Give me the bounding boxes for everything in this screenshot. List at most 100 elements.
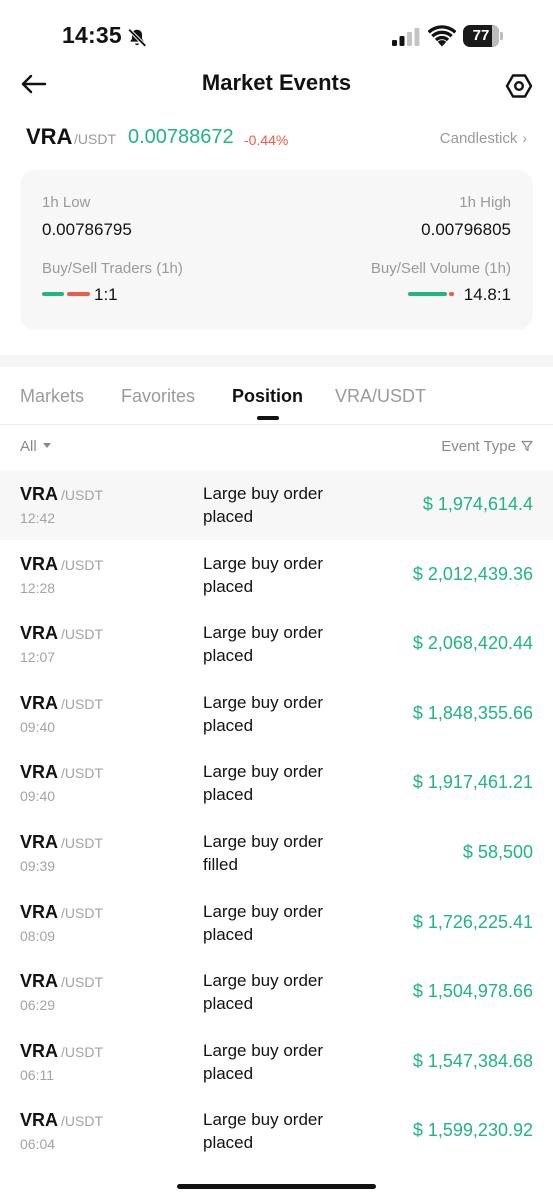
event-amount: $ 1,599,230.92 <box>412 1120 533 1141</box>
traders-label: Buy/Sell Traders (1h) <box>42 260 183 277</box>
funnel-icon <box>521 440 533 452</box>
event-time: 12:07 <box>20 649 56 666</box>
event-row[interactable]: VRA /USDT 09:40 Large buy order placed $ … <box>0 679 553 749</box>
event-time: 06:04 <box>20 1136 56 1153</box>
event-row[interactable]: VRA /USDT 12:07 Large buy order placed $ … <box>0 609 553 679</box>
settings-icon[interactable] <box>505 72 533 100</box>
event-description: Large buy order placed <box>203 553 324 596</box>
event-amount: $ 1,547,384.68 <box>412 1050 533 1071</box>
tab-markets[interactable]: Markets <box>20 386 84 407</box>
event-base: VRA <box>20 553 59 574</box>
event-description: Large buy order placed <box>203 484 324 526</box>
candlestick-label: Candlestick <box>439 130 518 147</box>
active-tab-indicator <box>257 416 279 420</box>
event-quote: /USDT <box>61 974 103 991</box>
wifi-icon <box>428 25 456 47</box>
event-row[interactable]: VRA /USDT 09:40 Large buy order placed $ … <box>0 748 553 818</box>
status-bar: 14:35 77 <box>0 0 553 70</box>
event-base: VRA <box>20 971 59 992</box>
event-quote: /USDT <box>61 487 103 503</box>
event-base: VRA <box>20 623 59 644</box>
high-label: 1h High <box>459 194 511 211</box>
all-filter-dropdown[interactable]: All <box>20 438 51 455</box>
volume-ratio-bar <box>408 292 454 296</box>
event-base: VRA <box>20 1110 59 1131</box>
event-time: 06:29 <box>20 997 56 1014</box>
filter-row: All Event Type <box>20 438 533 460</box>
tab-bar: Markets Favorites Position VRA/USDT <box>20 382 533 422</box>
event-amount: $ 1,726,225.41 <box>412 911 533 932</box>
event-description: Large buy order placed <box>203 623 324 666</box>
event-quote: /USDT <box>61 556 103 573</box>
battery-indicator: 77 <box>463 25 503 47</box>
event-description: Large buy order placed <box>203 901 324 944</box>
event-description: Large buy order placed <box>203 692 324 735</box>
battery-body: 77 <box>463 25 499 47</box>
pair-change: -0.44% <box>244 132 289 148</box>
tab-vra-usdt[interactable]: VRA/USDT <box>335 386 426 407</box>
event-row[interactable]: VRA /USDT 06:11 Large buy order placed $ … <box>0 1027 553 1097</box>
event-base: VRA <box>20 831 59 852</box>
event-base: VRA <box>20 484 59 504</box>
page-title: Market Events <box>201 70 352 95</box>
event-quote: /USDT <box>61 1043 103 1060</box>
event-row[interactable]: VRA /USDT 06:29 Large buy order placed $ … <box>0 957 553 1027</box>
tab-favorites[interactable]: Favorites <box>121 386 195 407</box>
event-row[interactable]: VRA /USDT 12:42 Large buy order placed $ … <box>0 470 553 540</box>
tab-position[interactable]: Position <box>232 386 303 407</box>
status-time: 14:35 <box>62 22 122 48</box>
event-time: 09:39 <box>20 857 56 874</box>
event-amount: $ 1,504,978.66 <box>412 981 533 1002</box>
all-filter-label: All <box>20 438 37 455</box>
bell-muted-icon <box>127 28 147 48</box>
event-row[interactable]: VRA /USDT 09:39 Large buy order filled $ … <box>0 818 553 888</box>
event-quote: /USDT <box>61 904 103 921</box>
event-amount: $ 1,848,355.66 <box>412 702 533 723</box>
event-quote: /USDT <box>61 695 103 712</box>
volume-value: 14.8:1 <box>463 285 511 304</box>
event-amount: $ 2,012,439.36 <box>412 563 533 584</box>
event-amount: $ 58,500 <box>462 841 533 862</box>
section-divider <box>0 355 553 367</box>
event-list: VRA /USDT 12:42 Large buy order placed $ … <box>0 470 553 1166</box>
volume-label: Buy/Sell Volume (1h) <box>370 260 511 277</box>
tabs-border <box>0 424 553 425</box>
candlestick-link[interactable]: Candlestick › <box>440 130 527 147</box>
event-row[interactable]: VRA /USDT 08:09 Large buy order placed $ … <box>0 888 553 958</box>
event-base: VRA <box>20 692 59 713</box>
chevron-right-icon: › <box>522 130 527 146</box>
event-type-label: Event Type <box>441 438 516 455</box>
event-time: 06:11 <box>20 1066 54 1083</box>
event-amount: $ 1,917,461.21 <box>412 772 533 793</box>
event-amount: $ 2,068,420.44 <box>412 633 533 654</box>
event-quote: /USDT <box>61 765 103 782</box>
event-time: 08:09 <box>20 927 56 944</box>
cellular-signal-icon <box>392 28 420 46</box>
pair-quote: /USDT <box>74 131 116 147</box>
stats-card: 1h Low 0.00786795 1h High 0.00796805 Buy… <box>20 170 533 330</box>
event-quote: /USDT <box>61 834 103 851</box>
low-label: 1h Low <box>42 194 91 211</box>
event-amount: $ 1,974,614.4 <box>422 494 533 514</box>
event-base: VRA <box>20 762 59 783</box>
event-type-filter[interactable]: Event Type <box>441 438 533 455</box>
pair-base: VRA <box>26 124 73 149</box>
event-description: Large buy order filled <box>203 831 324 874</box>
event-quote: /USDT <box>61 626 103 643</box>
event-base: VRA <box>20 901 59 922</box>
home-indicator[interactable] <box>177 1184 376 1189</box>
event-row[interactable]: VRA /USDT 12:28 Large buy order placed $ … <box>0 540 553 610</box>
traders-value: 1:1 <box>94 285 118 304</box>
page-header: Market Events <box>0 62 553 108</box>
pair-price: 0.00788672 <box>128 126 234 148</box>
event-base: VRA <box>20 1040 59 1061</box>
event-time: 09:40 <box>20 788 56 805</box>
high-value: 0.00796805 <box>421 220 511 239</box>
event-quote: /USDT <box>61 1113 103 1130</box>
event-description: Large buy order placed <box>203 762 324 805</box>
event-row[interactable]: VRA /USDT 06:04 Large buy order placed $ … <box>0 1096 553 1166</box>
caret-down-icon <box>42 443 51 448</box>
event-description: Large buy order placed <box>203 971 324 1014</box>
event-description: Large buy order placed <box>203 1110 324 1153</box>
event-description: Large buy order placed <box>203 1040 324 1083</box>
